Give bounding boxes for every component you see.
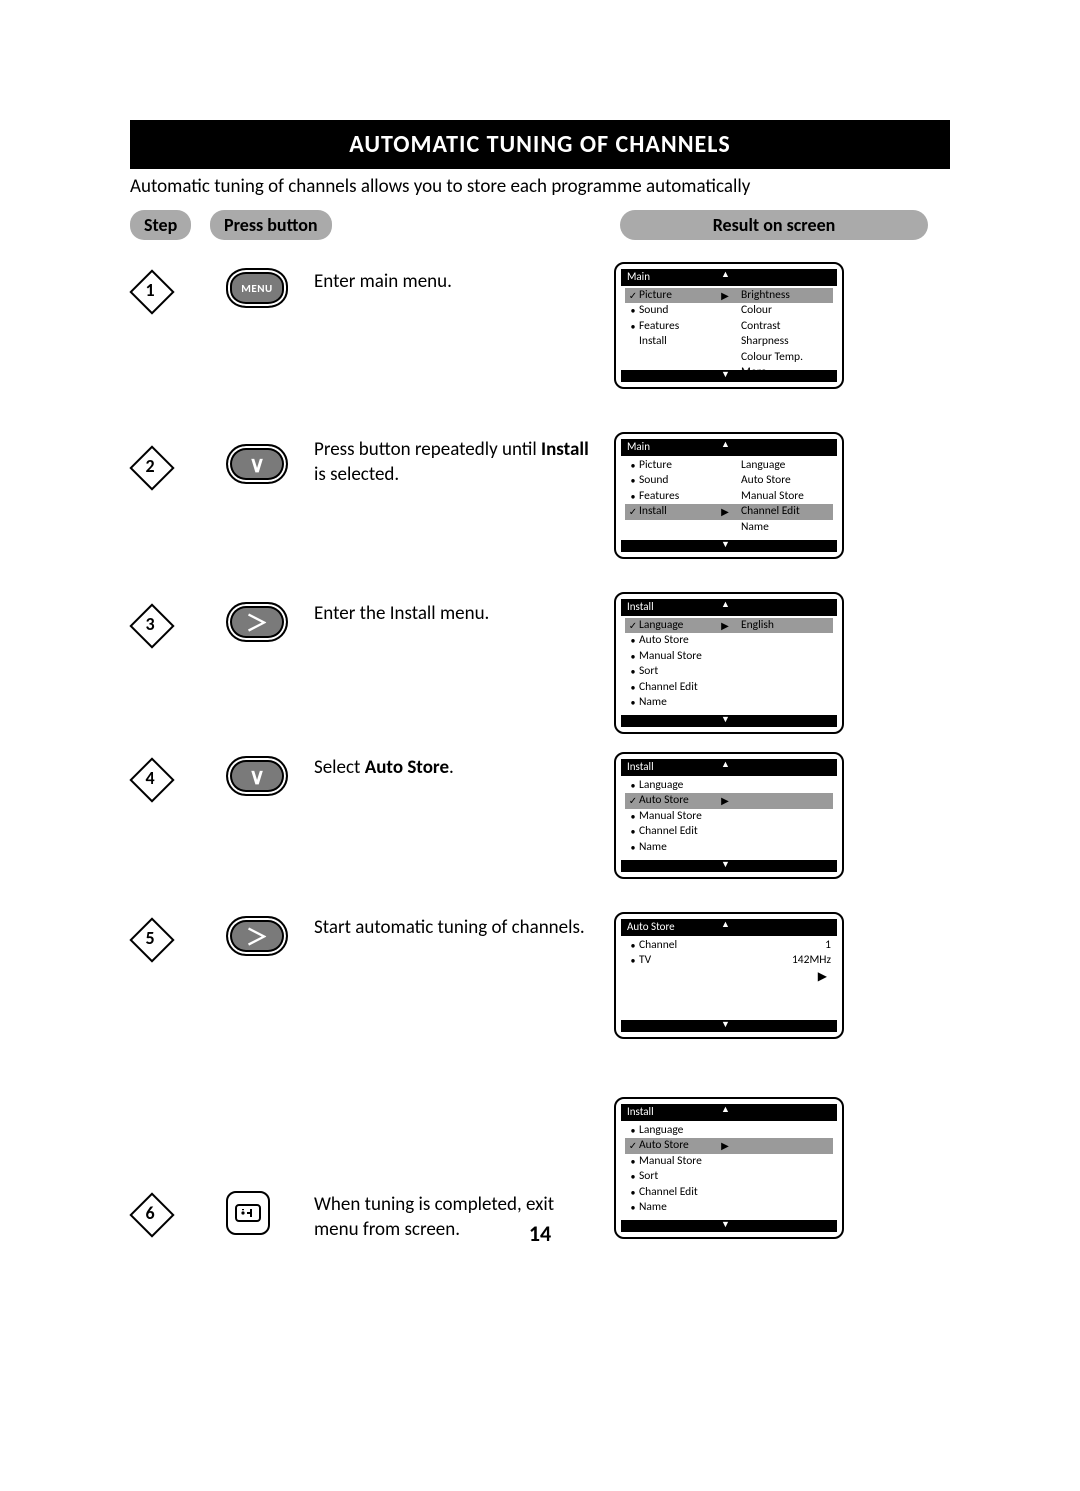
osd-progress-indicator: ▶ <box>625 969 833 985</box>
osd-header: Install▲ <box>621 599 837 616</box>
osd-header: Main▲ <box>621 269 837 286</box>
osd-footer: ▼ <box>621 860 837 872</box>
osd-screen: Install▲ •Language✓Auto Store▶•Manual Sto… <box>614 1097 844 1239</box>
osd-menu-item: •Language <box>625 1123 833 1139</box>
press-button-graphic: ∨ <box>226 444 288 484</box>
instruction-text: Enter the Install menu. <box>314 602 594 627</box>
osd-submenu-preview: English <box>741 618 774 634</box>
osd-footer: ▼ <box>621 540 837 552</box>
osd-menu-item: •Channel Edit <box>625 824 833 840</box>
osd-footer: ▼ <box>621 715 837 727</box>
osd-menu-item: •Name <box>625 1200 833 1216</box>
step-row: 3＞Enter the Install menu.Install▲✓Langua… <box>130 592 950 752</box>
osd-menu-item: •Sort <box>625 664 833 680</box>
step-marker: 1 <box>124 264 176 316</box>
instruction-text: Start automatic tuning of channels. <box>314 916 594 941</box>
osd-header: Install▲ <box>621 1104 837 1121</box>
press-button-graphic: ＞ <box>226 602 288 642</box>
osd-screen: Main▲•Picture•Sound•Features✓Install▶Lan… <box>614 432 844 559</box>
osd-submenu-preview: BrightnessColourContrastSharpnessColour … <box>741 288 803 381</box>
osd-header: Main▲ <box>621 439 837 456</box>
step-marker: 5 <box>124 912 176 964</box>
osd-menu-item: •Channel Edit <box>625 1185 833 1201</box>
instruction-text: Enter main menu. <box>314 270 594 295</box>
press-button-graphic: ∨ <box>226 756 288 796</box>
osd-menu-item: ✓Language▶ <box>625 618 833 634</box>
osd-screen: Auto Store▲ •Channel1•TV142MHz▶ ▼ <box>614 912 844 1039</box>
page-number: 14 <box>130 1220 950 1247</box>
step-marker: 3 <box>124 598 176 650</box>
step-row: 4∨Select Auto Store.Install▲•Language✓Au… <box>130 752 950 912</box>
osd-header: Install▲ <box>621 759 837 776</box>
col-result: Result on screen <box>620 210 928 240</box>
osd-footer: ▼ <box>621 370 837 382</box>
osd-menu-item: •Name <box>625 695 833 711</box>
osd-screen: Install▲ ✓Language▶•Auto Store•Manual Sto… <box>614 592 844 734</box>
step-row: 5＞Start automatic tuning of channels.Aut… <box>130 912 950 1097</box>
cursor-down-button-icon: ∨ <box>226 444 288 484</box>
step-row: 1MENUEnter main menu.Main▲✓Picture▶•Soun… <box>130 262 950 432</box>
osd-menu-item: •Language <box>625 778 833 794</box>
osd-screen: Main▲✓Picture▶•Sound•FeaturesInstallBrig… <box>614 262 844 389</box>
menu-button-icon: MENU <box>226 268 288 308</box>
osd-header: Auto Store▲ <box>621 919 837 936</box>
column-headers: Step Press button Result on screen <box>130 210 950 244</box>
osd-menu-item: •Sort <box>625 1169 833 1185</box>
step-marker: 4 <box>124 752 176 804</box>
osd-menu-item: •Name <box>625 840 833 856</box>
osd-menu-item: •Channel1 <box>625 938 833 954</box>
osd-menu-item: •Auto Store <box>625 633 833 649</box>
step-marker: 2 <box>124 440 176 492</box>
press-button-graphic: MENU <box>226 268 288 308</box>
osd-menu-item: •TV142MHz <box>625 953 833 969</box>
step-row: 2∨Press button repeatedly until Install … <box>130 432 950 592</box>
cursor-right-button-icon: ＞ <box>226 916 288 956</box>
col-step: Step <box>130 210 191 240</box>
osd-menu-item: •Channel Edit <box>625 680 833 696</box>
section-title: Automatic Tuning Of Channels <box>130 120 950 169</box>
osd-submenu-preview: LanguageAuto StoreManual StoreChannel Ed… <box>741 458 804 536</box>
osd-menu-item: •Manual Store <box>625 809 833 825</box>
instruction-text: Select Auto Store. <box>314 756 594 781</box>
osd-menu-item: ✓Auto Store▶ <box>625 793 833 809</box>
cursor-right-button-icon: ＞ <box>226 602 288 642</box>
instruction-text: Press button repeatedly until Install is… <box>314 438 594 487</box>
osd-footer: ▼ <box>621 1020 837 1032</box>
intro-text: Automatic tuning of channels allows you … <box>130 175 950 198</box>
osd-menu-item: •Manual Store <box>625 649 833 665</box>
osd-menu-item: ✓Auto Store▶ <box>625 1138 833 1154</box>
osd-screen: Install▲ •Language✓Auto Store▶•Manual Sto… <box>614 752 844 879</box>
press-button-graphic: ＞ <box>226 916 288 956</box>
osd-menu-item: •Manual Store <box>625 1154 833 1170</box>
cursor-down-button-icon: ∨ <box>226 756 288 796</box>
col-press: Press button <box>210 210 332 240</box>
step-row: 6When tuning is completed, exit menu fro… <box>130 1097 950 1287</box>
